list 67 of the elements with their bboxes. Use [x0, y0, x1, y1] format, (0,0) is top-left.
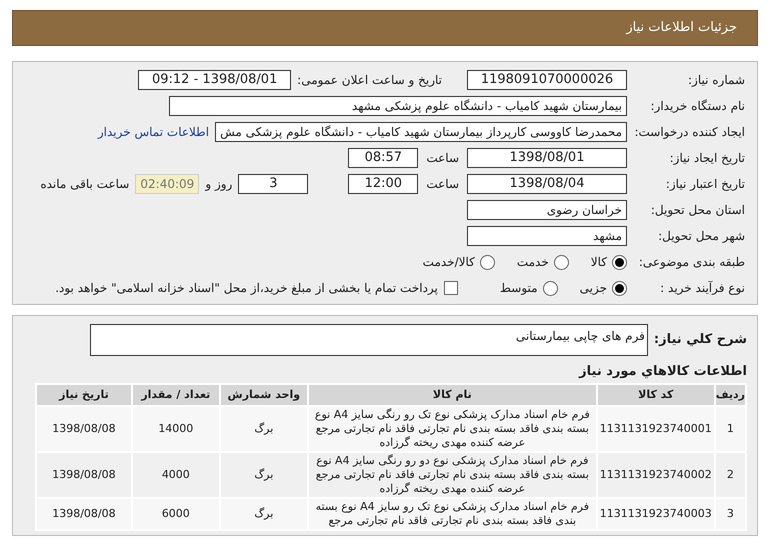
- radio-label: کالا: [590, 254, 607, 271]
- text-field[interactable]: 1398/08/01: [467, 148, 627, 168]
- field-label: تاریخ اعتبار نیاز:: [664, 176, 745, 193]
- radio-button[interactable]: [612, 280, 627, 296]
- radio-label: خدمت: [516, 254, 549, 271]
- field-label: ساعت باقی مانده: [40, 176, 130, 193]
- column-header: تاریخ نیاز: [36, 384, 132, 406]
- column-header: واحد شمارش: [220, 384, 308, 406]
- radio-label: جزیی: [580, 280, 607, 297]
- field-label: استان محل تحویل:: [650, 202, 745, 219]
- description-field[interactable]: فرم های چاپی بیمارستانی: [90, 324, 648, 356]
- table-cell: 3: [714, 498, 746, 530]
- checkbox[interactable]: [444, 281, 458, 295]
- table-cell: 1398/08/08: [36, 498, 132, 530]
- radio-label: متوسط: [500, 280, 538, 297]
- text-field[interactable]: 1398/08/01 - 09:12: [138, 70, 292, 90]
- countdown-field: 02:40:09: [135, 174, 200, 194]
- table-cell: 1131131923740003: [596, 498, 715, 530]
- table-cell: 1131131923740002: [596, 452, 715, 498]
- text-field[interactable]: 1198091070000026: [467, 70, 627, 90]
- table-cell: 4000: [132, 452, 220, 498]
- radio-label: کالا/خدمت: [422, 254, 475, 271]
- table-cell: 1398/08/08: [36, 452, 132, 498]
- column-header: ردیف: [714, 384, 746, 406]
- payment-note: پرداخت تمام یا بخشی از مبلغ خرید،از محل "اسناد خزانه اسلامی" خواهد بود.: [55, 280, 438, 297]
- text-field[interactable]: 08:57: [348, 148, 418, 168]
- radio-button[interactable]: [480, 254, 495, 270]
- text-field[interactable]: 1398/08/04: [467, 174, 627, 194]
- table-cell: 1398/08/08: [36, 406, 132, 452]
- table-cell: برگ: [220, 498, 308, 530]
- table-cell: فرم خام اسناد مدارک پزشکی نوع دو رو رنگی سایز A4 نوع بسته بندی فاقد بسته بندی نام تجارتی فاقد نام تجارتی مرجع عرضه کننده مهدی ریخته گرزاده: [308, 452, 597, 498]
- table-cell: 2: [714, 452, 746, 498]
- contact-link[interactable]: اطلاعات تماس خریدار: [98, 123, 210, 141]
- text-field[interactable]: بیمارستان شهید کامیاب - دانشگاه علوم پزشکی مشهد: [169, 96, 627, 116]
- field-label: تاریخ و ساعت اعلان عمومی:: [297, 72, 442, 89]
- table-cell: 1131131923740001: [596, 406, 715, 452]
- column-header: تعداد / مقدار: [132, 384, 220, 406]
- field-label: نام دستگاه خریدار:: [650, 98, 745, 115]
- field-label: ساعت: [426, 176, 459, 193]
- table-cell: 6000: [132, 498, 220, 530]
- section-title: اطلاعات کالاهاي مورد نياز: [578, 364, 747, 380]
- field-label: شماره نیاز:: [687, 72, 745, 89]
- radio-button[interactable]: [554, 254, 569, 270]
- table-cell: برگ: [220, 406, 308, 452]
- text-field[interactable]: محمدرضا کاووسی کارپرداز بیمارستان شهید کامیاب - دانشگاه علوم پزشکی مش: [215, 122, 627, 142]
- field-label: ساعت: [426, 150, 459, 167]
- table-cell: فرم خام اسناد مدارک پزشکی نوع تک رو سایز A4 نوع بسته بندی فاقد بسته بندی نام تجارتی فاقد نام تجارتی مرجع: [308, 498, 597, 530]
- table-cell: 14000: [132, 406, 220, 452]
- field-label: شهر محل تحویل:: [657, 228, 745, 245]
- field-label: شرح کلي نياز:: [654, 331, 747, 350]
- page-title: جزئیات اطلاعات نیاز: [626, 19, 737, 38]
- table-cell: فرم خام اسناد مدارک پزشکی نوع تک رو رنگی سایز A4 نوع بسته بندی فاقد بسته بندی نام تجارتی فاقد نام تجارتی مرجع عرضه کننده مهدی ریخته گرزاده: [308, 406, 597, 452]
- days-field[interactable]: 3: [238, 174, 308, 194]
- field-label: روز و: [205, 176, 232, 193]
- text-field[interactable]: مشهد: [467, 226, 627, 246]
- field-label: تاریخ ایجاد نیاز:: [668, 150, 745, 167]
- radio-button[interactable]: [612, 254, 627, 270]
- text-field[interactable]: خراسان رضوی: [467, 200, 627, 220]
- radio-button[interactable]: [542, 280, 558, 296]
- table-cell: برگ: [220, 452, 308, 498]
- field-label: ایجاد کننده درخواست:: [633, 125, 745, 139]
- field-label: نوع فرآیند خرید :: [659, 280, 745, 297]
- field-label: طبقه بندی موضوعی:: [638, 254, 745, 271]
- text-field[interactable]: 12:00: [348, 174, 418, 194]
- table-cell: 1: [714, 406, 746, 452]
- column-header: کد کالا: [596, 384, 715, 406]
- column-header: نام کالا: [308, 384, 597, 406]
